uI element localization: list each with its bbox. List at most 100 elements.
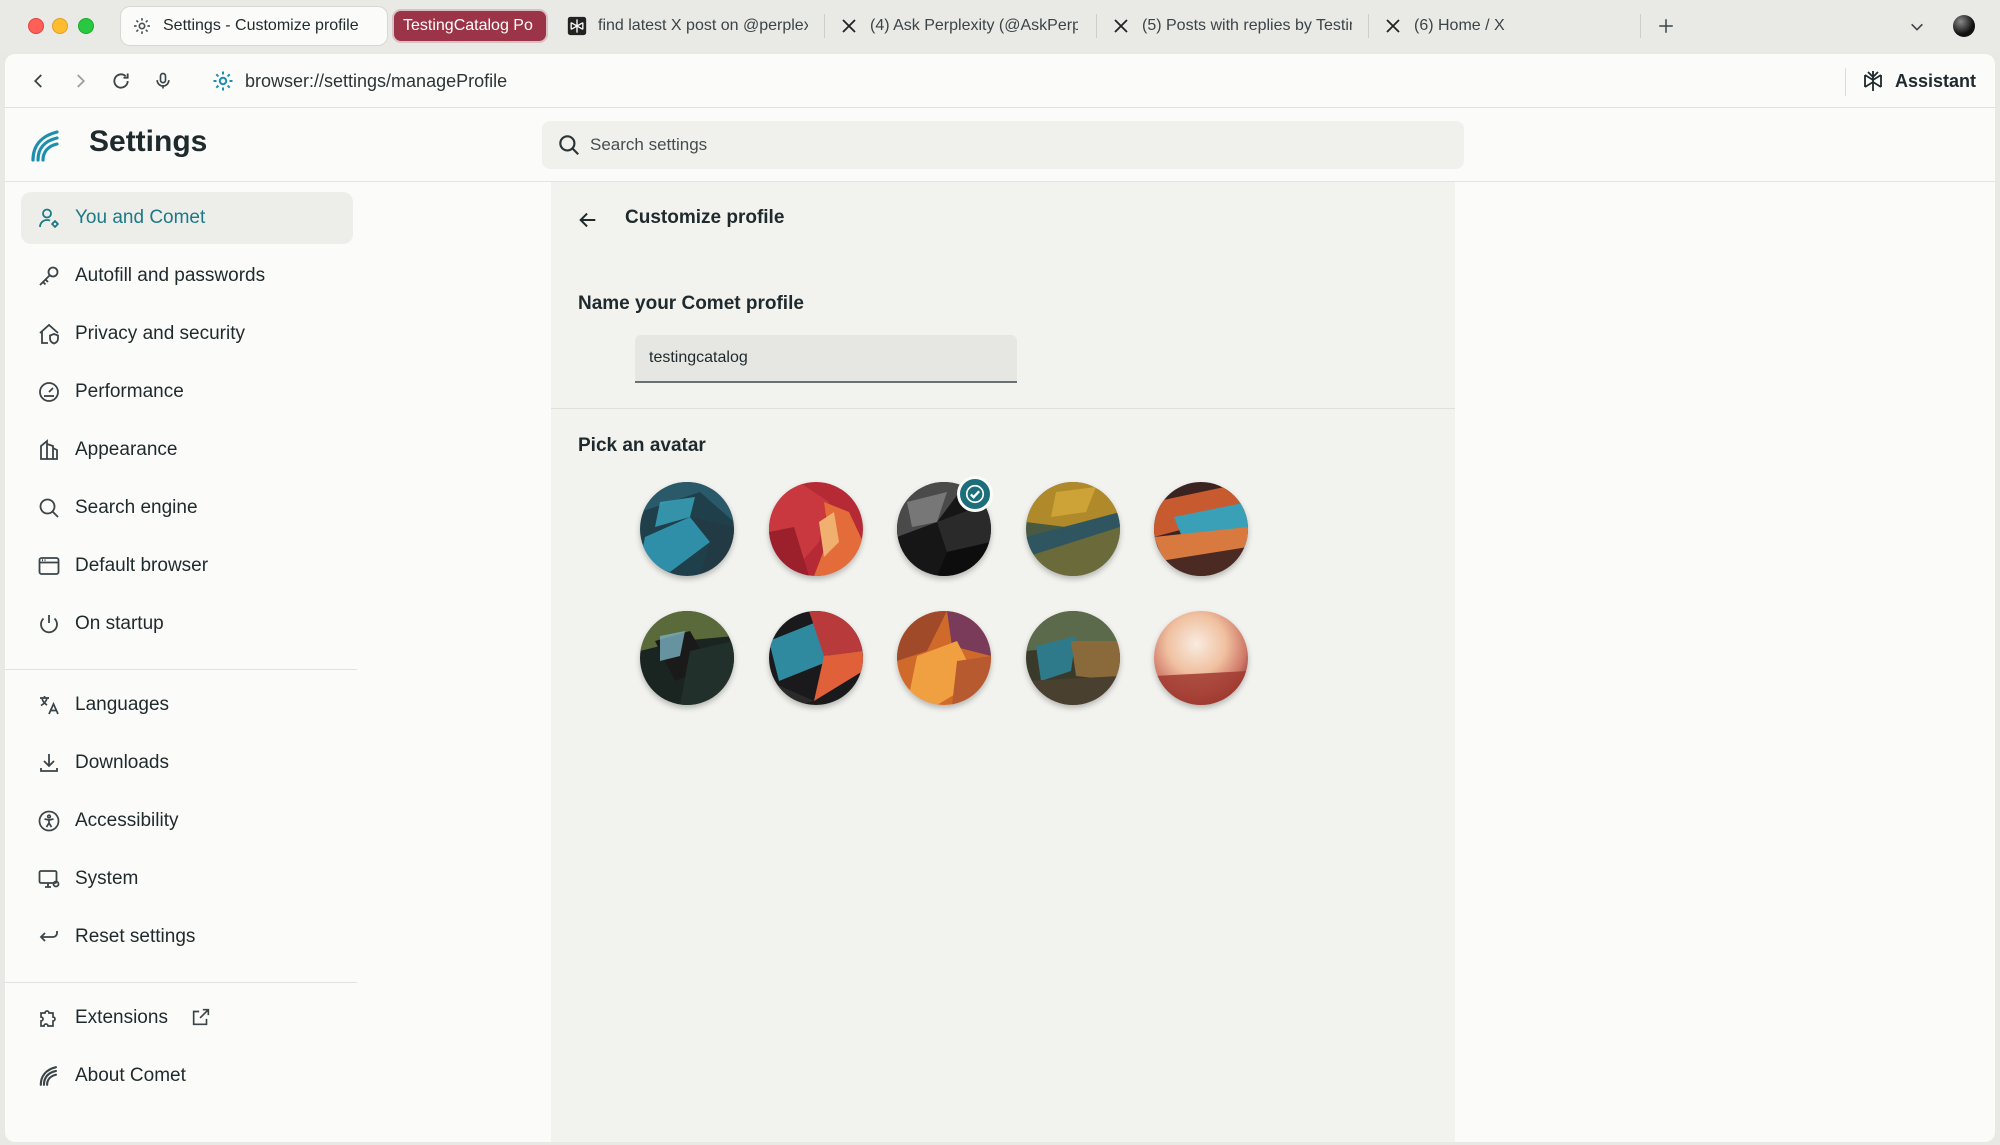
page-title: Settings (89, 125, 208, 158)
search-icon (37, 496, 61, 520)
power-icon (37, 612, 61, 636)
sidebar-item-label: Autofill and passwords (75, 265, 266, 286)
search-input[interactable] (590, 135, 1450, 155)
forward-button[interactable] (68, 69, 92, 93)
panel-divider (551, 408, 1455, 409)
shield-house-icon (37, 322, 61, 346)
system-icon (37, 867, 61, 891)
toolbar: browser://settings/manageProfile Assista… (5, 54, 1995, 108)
tab-home-x[interactable]: (6) Home / X (1382, 6, 1632, 46)
person-gear-icon (37, 206, 61, 230)
external-link-icon (190, 1006, 214, 1030)
avatar-option-5[interactable] (1154, 482, 1248, 576)
settings-page: Settings You and Comet Autofill and pass… (5, 108, 1995, 1142)
appearance-icon (37, 438, 61, 462)
settings-header: Settings (5, 108, 1995, 182)
settings-site-icon (211, 69, 235, 93)
sidebar-item-autofill[interactable]: Autofill and passwords (21, 250, 353, 302)
reload-icon (113, 73, 129, 89)
sidebar-item-system[interactable]: System (21, 853, 353, 905)
accessibility-icon (37, 809, 61, 833)
voice-search-button[interactable] (151, 69, 175, 93)
sidebar-item-label: About Comet (75, 1065, 186, 1086)
profile-name-label: Name your Comet profile (578, 293, 804, 314)
sidebar-item-label: Privacy and security (75, 323, 246, 344)
sidebar-item-reset[interactable]: Reset settings (21, 911, 353, 963)
address-bar[interactable]: browser://settings/manageProfile (211, 66, 507, 96)
sidebar-item-you-and-comet[interactable]: You and Comet (21, 192, 353, 244)
back-button[interactable] (27, 69, 51, 93)
sidebar-item-label: Extensions (75, 1007, 168, 1028)
tab-settings[interactable]: Settings - Customize profile (120, 6, 388, 46)
tab-ask-perplexity[interactable]: (4) Ask Perplexity (@AskPerplexity) (838, 6, 1082, 46)
reload-button[interactable] (109, 69, 133, 93)
sidebar-item-label: Accessibility (75, 810, 179, 831)
sidebar-item-label: System (75, 868, 139, 889)
tab-group-label: TestingCatalog Po (403, 17, 533, 34)
maximize-window-button[interactable] (78, 18, 94, 34)
sidebar-item-label: On startup (75, 613, 164, 634)
profile-name-field[interactable] (635, 335, 1017, 383)
gear-icon (131, 15, 153, 37)
toolbar-divider (1845, 68, 1846, 96)
settings-sidebar: You and Comet Autofill and passwords Pri… (5, 182, 357, 1142)
arrow-left-icon (579, 212, 596, 228)
sidebar-item-label: Search engine (75, 497, 198, 518)
microphone-icon (156, 72, 170, 89)
sidebar-divider (5, 669, 357, 670)
sidebar-divider (5, 982, 357, 983)
avatar-picker-label: Pick an avatar (578, 435, 706, 456)
reset-icon (37, 925, 61, 949)
perplexity-icon (566, 15, 588, 37)
sidebar-item-downloads[interactable]: Downloads (21, 737, 353, 789)
avatar-option-1[interactable] (640, 482, 734, 576)
tab-group-chip[interactable]: TestingCatalog Po (394, 11, 546, 41)
sidebar-item-performance[interactable]: Performance (21, 366, 353, 418)
avatar-option-4[interactable] (1026, 482, 1120, 576)
new-tab-button[interactable] (1654, 14, 1678, 38)
sidebar-item-label: Default browser (75, 555, 209, 576)
sidebar-item-label: Languages (75, 694, 170, 715)
sidebar-item-about[interactable]: About Comet (21, 1050, 353, 1102)
sidebar-item-accessibility[interactable]: Accessibility (21, 795, 353, 847)
plus-icon (1659, 19, 1673, 33)
tab-title: Settings - Customize profile (163, 17, 359, 34)
subpage-header: Customize profile (551, 182, 1455, 256)
profile-avatar-button[interactable] (1953, 15, 1975, 37)
tab-separator (1368, 14, 1369, 38)
comet-icon (37, 1064, 61, 1088)
tab-posts-replies[interactable]: (5) Posts with replies by TestingCatalog (1110, 6, 1354, 46)
sidebar-item-search-engine[interactable]: Search engine (21, 482, 353, 534)
assistant-button[interactable]: Assistant (1861, 66, 1976, 96)
chevron-down-icon (1911, 23, 1923, 31)
puzzle-icon (37, 1006, 61, 1030)
avatar-option-2[interactable] (769, 482, 863, 576)
browser-window-icon (37, 554, 61, 578)
settings-search[interactable] (542, 121, 1464, 169)
tab-title: find latest X post on @perplexity (598, 17, 808, 34)
avatar-option-10[interactable] (1154, 611, 1248, 705)
avatar-option-8[interactable] (897, 611, 991, 705)
close-window-button[interactable] (28, 18, 44, 34)
sidebar-item-default-browser[interactable]: Default browser (21, 540, 353, 592)
minimize-window-button[interactable] (52, 18, 68, 34)
speedometer-icon (37, 380, 61, 404)
download-icon (37, 751, 61, 775)
assistant-icon (1861, 69, 1885, 93)
selected-check-icon (957, 476, 993, 512)
sidebar-item-languages[interactable]: Languages (21, 679, 353, 731)
sidebar-item-on-startup[interactable]: On startup (21, 598, 353, 650)
tab-separator (824, 14, 825, 38)
tab-separator (1640, 14, 1641, 38)
x-icon (838, 15, 860, 37)
translate-icon (37, 693, 61, 717)
sidebar-item-privacy[interactable]: Privacy and security (21, 308, 353, 360)
avatar-option-6[interactable] (640, 611, 734, 705)
tab-list-button[interactable] (1906, 16, 1928, 38)
avatar-option-7[interactable] (769, 611, 863, 705)
tab-perplexity-search[interactable]: find latest X post on @perplexity (566, 6, 810, 46)
sidebar-item-extensions[interactable]: Extensions (21, 992, 353, 1044)
avatar-option-9[interactable] (1026, 611, 1120, 705)
back-arrow-button[interactable] (575, 207, 601, 233)
sidebar-item-appearance[interactable]: Appearance (21, 424, 353, 476)
